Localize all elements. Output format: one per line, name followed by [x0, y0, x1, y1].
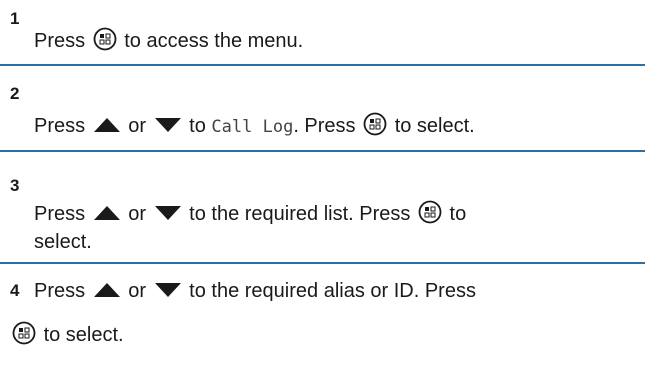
step-text-part: Press: [34, 115, 86, 137]
up-arrow-icon: [93, 206, 120, 220]
menu-ok-button-icon: [12, 321, 36, 345]
step-number: 2: [10, 84, 20, 103]
divider: [0, 64, 645, 66]
step-text-line2: to select.: [10, 320, 124, 350]
step-text-part: Press: [34, 280, 86, 302]
down-arrow-icon: [154, 283, 181, 297]
step-number: 4: [10, 281, 20, 300]
menu-ok-button-icon: [93, 27, 117, 51]
step-text-part: or: [128, 115, 147, 137]
step-text-line2: select.: [34, 231, 92, 253]
divider: [0, 262, 645, 264]
step-number: 3: [10, 176, 20, 195]
step-text: Press or to Call Log. Press to select.: [34, 111, 475, 142]
menu-item-name: Call Log: [211, 117, 294, 137]
up-arrow-icon: [93, 283, 120, 297]
step-text-part: . Press: [293, 115, 356, 137]
step-text-part: to the required list. Press: [189, 203, 411, 225]
instruction-steps: 1 Press to access the menu. 2 Press or t…: [0, 0, 645, 370]
step-text-part: to the required alias or ID. Press: [189, 280, 476, 302]
step-text-part: Press: [34, 203, 86, 225]
step-text: Press to access the menu.: [34, 26, 303, 56]
step-text-part: to select.: [394, 115, 475, 137]
step-text-part: to: [449, 203, 467, 225]
step-text-part: Press: [34, 30, 86, 52]
down-arrow-icon: [154, 118, 181, 132]
step-text: Press or to the required list. Press to: [34, 199, 466, 229]
step-text-part: or: [128, 203, 147, 225]
step-text-part: or: [128, 280, 147, 302]
divider: [0, 150, 645, 152]
menu-ok-button-icon: [363, 112, 387, 136]
step-text: Press or to the required alias or ID. Pr…: [34, 276, 476, 306]
step-number: 1: [10, 9, 20, 28]
down-arrow-icon: [154, 206, 181, 220]
step-text-part: to select.: [43, 324, 124, 346]
step-text-part: to access the menu.: [124, 30, 304, 52]
step-text-part: to: [189, 115, 206, 137]
menu-ok-button-icon: [418, 200, 442, 224]
up-arrow-icon: [93, 118, 120, 132]
